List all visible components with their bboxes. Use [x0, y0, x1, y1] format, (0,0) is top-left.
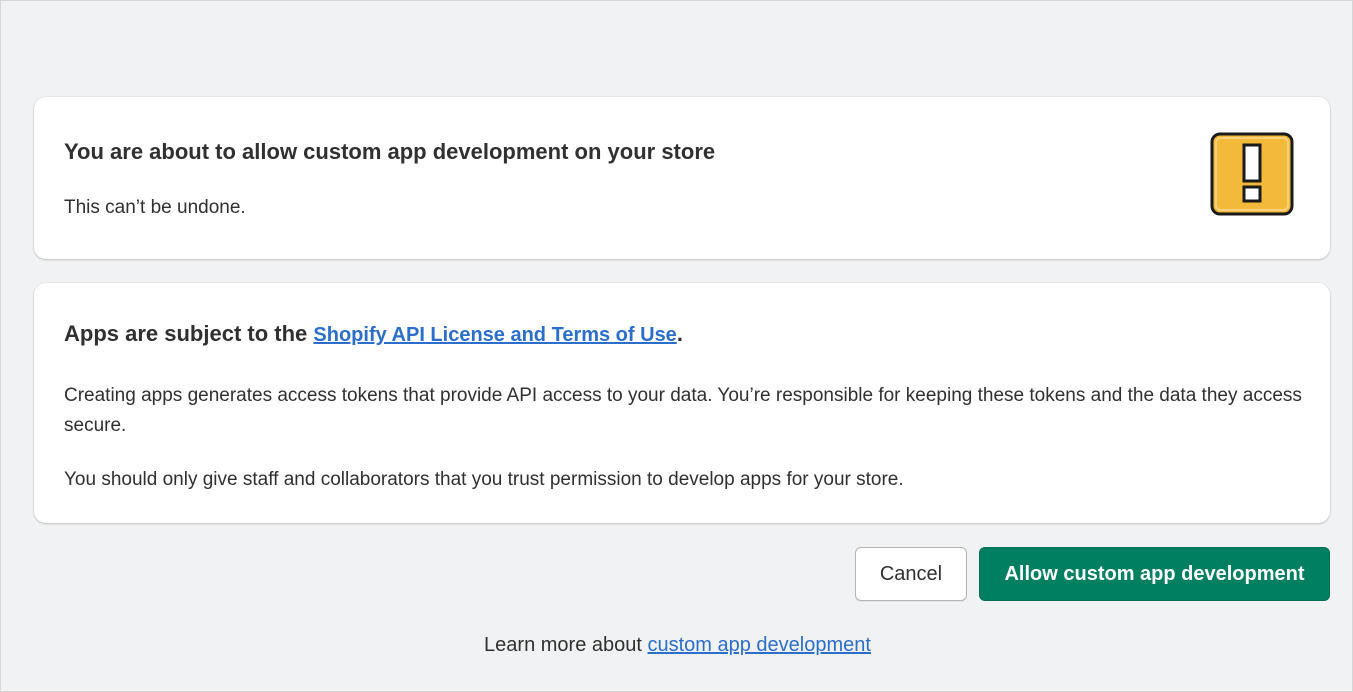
allow-custom-app-development-button[interactable]: Allow custom app development [979, 547, 1330, 601]
learn-more-footer: Learn more about custom app development [1, 634, 1353, 657]
terms-card: Apps are subject to the Shopify API Lice… [34, 283, 1330, 523]
api-license-link[interactable]: Shopify API License and Terms of Use [313, 324, 676, 346]
terms-heading: Apps are subject to the Shopify API Lice… [64, 321, 683, 347]
terms-heading-prefix: Apps are subject to the [64, 321, 314, 346]
access-tokens-paragraph: Creating apps generates access tokens th… [64, 385, 1302, 436]
warning-card: You are about to allow custom app develo… [34, 97, 1330, 259]
warning-title: You are about to allow custom app develo… [64, 139, 716, 164]
staff-permission-paragraph: You should only give staff and collabora… [64, 469, 904, 490]
learn-more-prefix: Learn more about [484, 634, 648, 656]
cancel-button[interactable]: Cancel [855, 547, 967, 601]
exclamation-icon [1210, 132, 1294, 216]
warning-subtitle: This can’t be undone. [64, 197, 246, 218]
custom-app-development-link[interactable]: custom app development [647, 634, 870, 656]
terms-heading-suffix: . [676, 321, 683, 346]
